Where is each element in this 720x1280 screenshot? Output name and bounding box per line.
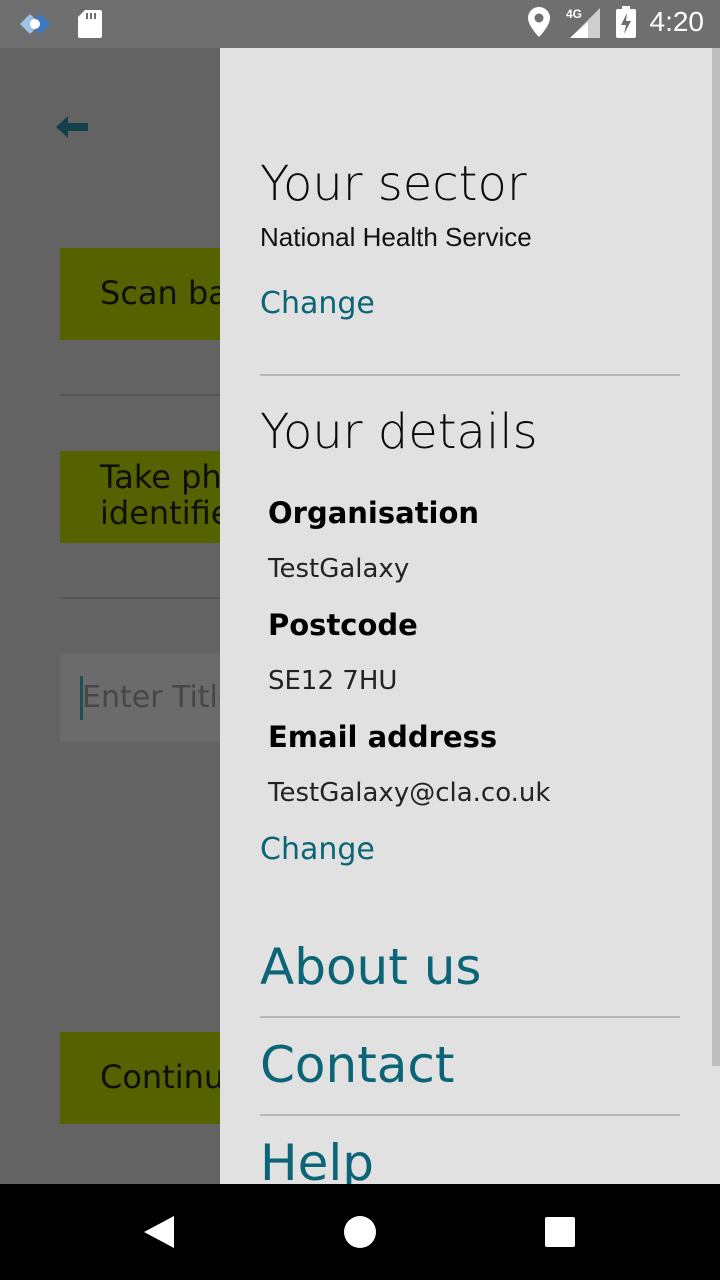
sd-card-icon xyxy=(78,10,102,38)
help-link[interactable]: Help xyxy=(260,1134,374,1184)
recents-nav-icon[interactable] xyxy=(544,1216,576,1248)
clock: 4:20 xyxy=(649,6,705,37)
battery-charging-icon xyxy=(615,6,636,38)
sector-heading: Your sector xyxy=(260,156,527,212)
postcode-value: SE12 7HU xyxy=(268,666,398,696)
system-navigation-bar xyxy=(0,1184,720,1280)
location-icon xyxy=(527,7,550,37)
scrollbar[interactable] xyxy=(712,48,720,1066)
divider xyxy=(260,1114,680,1116)
divider xyxy=(260,1016,680,1018)
cell-signal-icon: 4G xyxy=(566,7,600,38)
take-photo-button-label: Take ph identifie xyxy=(100,458,231,532)
details-heading: Your details xyxy=(260,404,538,460)
status-bar: 4G 4:20 xyxy=(0,0,720,48)
navigation-drawer: Your sector National Health Service Chan… xyxy=(220,48,720,1184)
organisation-value: TestGalaxy xyxy=(268,554,410,584)
divider xyxy=(260,374,680,376)
back-arrow-icon[interactable] xyxy=(56,114,90,140)
organisation-label: Organisation xyxy=(268,496,480,530)
change-details-link[interactable]: Change xyxy=(260,832,375,867)
contact-link[interactable]: Contact xyxy=(260,1036,455,1094)
back-nav-icon[interactable] xyxy=(142,1214,176,1250)
home-nav-icon[interactable] xyxy=(342,1214,378,1250)
continue-button-label: Continu xyxy=(100,1058,225,1096)
email-label: Email address xyxy=(268,720,498,754)
title-input-placeholder: Enter Title xyxy=(82,680,237,715)
network-type-label: 4G xyxy=(566,7,582,21)
email-value: TestGalaxy@cla.co.uk xyxy=(268,778,551,808)
scan-button-label: Scan ba xyxy=(100,274,228,312)
sector-value: National Health Service xyxy=(260,222,532,252)
about-us-link[interactable]: About us xyxy=(260,938,481,996)
postcode-label: Postcode xyxy=(268,608,418,642)
app-notification-icon xyxy=(20,14,50,34)
change-sector-link[interactable]: Change xyxy=(260,286,375,321)
